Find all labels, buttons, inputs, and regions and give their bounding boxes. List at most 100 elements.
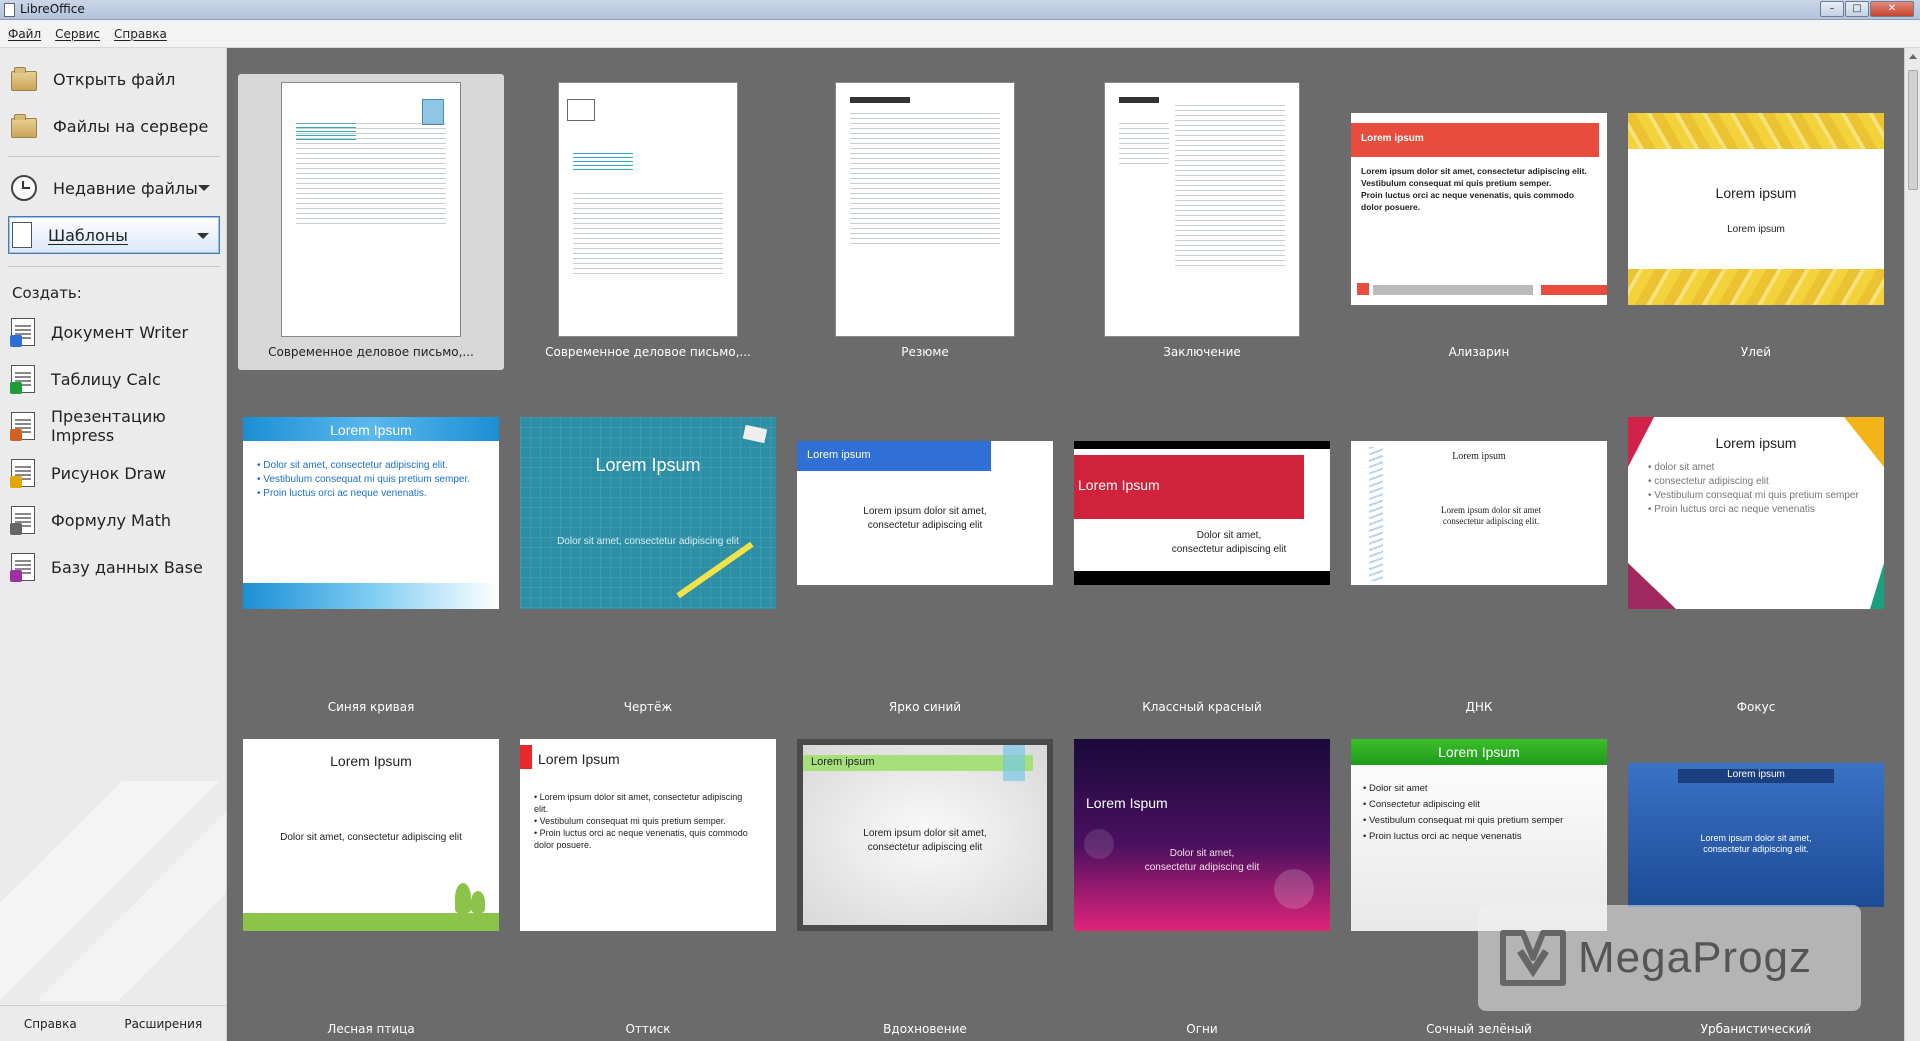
create-calc-button[interactable]: Таблицу Calc	[8, 360, 220, 398]
template-item[interactable]: Lorem Ipsum • Lorem ipsum dolor sit amet…	[515, 700, 781, 1036]
extensions-button[interactable]: Расширения	[124, 1017, 202, 1031]
template-thumbnail	[281, 81, 461, 337]
minimize-button[interactable]: –	[1820, 1, 1844, 17]
template-thumbnail: Lorem ipsum Lorem ipsum dolor sit amet, …	[797, 739, 1053, 931]
template-item[interactable]: Lorem ipsum Lorem ipsum dolor sit amet, …	[792, 378, 1058, 714]
template-thumbnail	[835, 81, 1015, 337]
template-thumbnail: Lorem ipsum Lorem ipsum dolor sit amet, …	[1351, 113, 1607, 305]
template-item[interactable]: Lorem ipsum Lorem ipsum dolor sit amet, …	[792, 700, 1058, 1036]
writer-icon	[10, 318, 35, 347]
help-button[interactable]: Справка	[24, 1017, 77, 1031]
template-item[interactable]: Заключение	[1069, 74, 1335, 370]
template-item[interactable]: Lorem ipsum Lorem ipsum dolor sit amet, …	[1346, 74, 1612, 370]
template-thumbnail	[558, 81, 738, 337]
draw-icon	[10, 459, 35, 488]
template-item[interactable]: Lorem Ipsum Dolor sit amet, consectetur …	[238, 700, 504, 1036]
sidebar-divider	[8, 156, 220, 157]
template-label: Вдохновение	[883, 1022, 967, 1036]
template-item[interactable]: Lorem Ipsum Dolor sit amet, consectetur …	[1069, 378, 1335, 714]
template-grid-scrollbar[interactable]	[1904, 48, 1920, 1041]
create-impress-label: Презентацию Impress	[51, 407, 166, 445]
sidebar-decoration	[0, 781, 226, 1001]
create-base-button[interactable]: Базу данных Base	[8, 548, 220, 586]
template-label: Заключение	[1163, 345, 1241, 359]
template-label: Оттиск	[625, 1022, 671, 1036]
create-draw-label: Рисунок Draw	[51, 463, 167, 483]
menu-file[interactable]: Файл	[8, 27, 41, 41]
template-thumbnail: Lorem ipsum Lorem ipsum	[1628, 113, 1884, 305]
create-impress-button[interactable]: Презентацию Impress	[8, 407, 220, 445]
template-thumbnail: Lorem Ipsum • Dolor sit amet, consectetu…	[243, 417, 499, 609]
template-grid: Современное деловое письмо,... Современн…	[227, 48, 1904, 1041]
scroll-up-icon[interactable]	[1909, 54, 1917, 59]
window-controls: – □ ✕	[1820, 1, 1914, 17]
templates-dropdown-icon[interactable]	[197, 233, 209, 239]
maximize-button[interactable]: □	[1845, 1, 1869, 17]
watermark-text: MegaProgz	[1578, 933, 1813, 982]
impress-icon	[10, 412, 35, 441]
create-math-label: Формулу Math	[51, 510, 172, 530]
template-thumbnail: Lorem ipsum Lorem ipsum dolor sit amet, …	[797, 441, 1053, 585]
create-calc-label: Таблицу Calc	[51, 369, 161, 389]
recent-files-label: Недавние файлы	[53, 178, 198, 198]
remote-files-button[interactable]: Файлы на сервере	[8, 107, 220, 145]
template-label: Огни	[1186, 1022, 1218, 1036]
template-item[interactable]: Lorem Ipsum Dolor sit amet, consectetur …	[515, 378, 781, 714]
template-thumbnail: Lorem Ipsum Dolor sit amet, consectetur …	[243, 739, 499, 931]
menu-tools[interactable]: Сервис	[55, 27, 100, 41]
template-item[interactable]: Lorem Ipsum • Dolor sit amet, consectetu…	[238, 378, 504, 714]
start-center-sidebar: Открыть файл Файлы на сервере Недавние ф…	[0, 48, 227, 1041]
template-thumbnail: Lorem Ipsum • Lorem ipsum dolor sit amet…	[520, 739, 776, 931]
template-label: Ализарин	[1448, 345, 1510, 359]
watermark-logo-icon	[1500, 930, 1566, 986]
menu-bar: Файл Сервис Справка	[0, 20, 1920, 48]
open-file-button[interactable]: Открыть файл	[8, 60, 220, 98]
template-thumbnail	[1104, 81, 1300, 337]
open-file-label: Открыть файл	[53, 69, 176, 89]
create-math-button[interactable]: Формулу Math	[8, 501, 220, 539]
close-button[interactable]: ✕	[1870, 1, 1914, 17]
window-title: LibreOffice	[20, 2, 85, 16]
menu-help[interactable]: Справка	[114, 27, 167, 41]
create-draw-button[interactable]: Рисунок Draw	[8, 454, 220, 492]
template-item[interactable]: Современное деловое письмо,...	[515, 74, 781, 370]
remote-folder-icon	[11, 114, 37, 138]
scrollbar-thumb[interactable]	[1908, 70, 1918, 190]
create-base-label: Базу данных Base	[51, 557, 203, 577]
create-caption: Создать:	[12, 284, 82, 302]
template-item[interactable]: Современное деловое письмо,...	[238, 74, 504, 370]
template-thumbnail: Lorem Ipsum • Dolor sit amet • Consectet…	[1351, 739, 1607, 931]
template-label: Современное деловое письмо,...	[545, 345, 751, 359]
template-thumbnail: Lorem ipsum • dolor sit amet • consectet…	[1628, 417, 1884, 609]
template-label: Лесная птица	[327, 1022, 415, 1036]
template-label: Сочный зелёный	[1426, 1022, 1532, 1036]
template-label: Резюме	[901, 345, 949, 359]
template-thumbnail: Lorem ipsum Lorem ipsum dolor sit amet c…	[1351, 441, 1607, 585]
template-item[interactable]: Lorem ipsum • dolor sit amet • consectet…	[1623, 378, 1889, 714]
title-bar: LibreOffice – □ ✕	[0, 0, 1920, 20]
template-item[interactable]: Резюме	[792, 74, 1058, 370]
templates-button[interactable]: Шаблоны	[8, 216, 220, 254]
folder-icon	[11, 67, 37, 91]
calc-icon	[10, 365, 35, 394]
base-icon	[10, 553, 35, 582]
recent-files-button[interactable]: Недавние файлы	[8, 169, 220, 207]
math-icon	[10, 506, 35, 535]
recent-files-dropdown-icon[interactable]	[198, 185, 210, 191]
template-thumbnail: Lorem Ispum Dolor sit amet, consectetur …	[1074, 739, 1330, 931]
template-item[interactable]: Lorem ipsum Lorem ipsum dolor sit amet c…	[1346, 378, 1612, 714]
sidebar-footer: Справка Расширения	[0, 1005, 226, 1041]
libreoffice-app-icon	[4, 3, 15, 17]
create-writer-label: Документ Writer	[51, 322, 189, 342]
template-label: Урбанистический	[1700, 1022, 1812, 1036]
sidebar-divider	[8, 266, 220, 267]
template-item[interactable]: Lorem ipsum Lorem ipsum Улей	[1623, 74, 1889, 370]
template-label: Современное деловое письмо,...	[268, 345, 474, 359]
clock-icon	[11, 175, 37, 201]
create-writer-button[interactable]: Документ Writer	[8, 313, 220, 351]
template-thumbnail: Lorem Ipsum Dolor sit amet, consectetur …	[520, 417, 776, 609]
template-item[interactable]: Lorem Ispum Dolor sit amet, consectetur …	[1069, 700, 1335, 1036]
template-thumbnail: Lorem Ipsum Dolor sit amet, consectetur …	[1074, 441, 1330, 585]
remote-files-label: Файлы на сервере	[53, 116, 209, 136]
template-label: Улей	[1740, 345, 1772, 359]
